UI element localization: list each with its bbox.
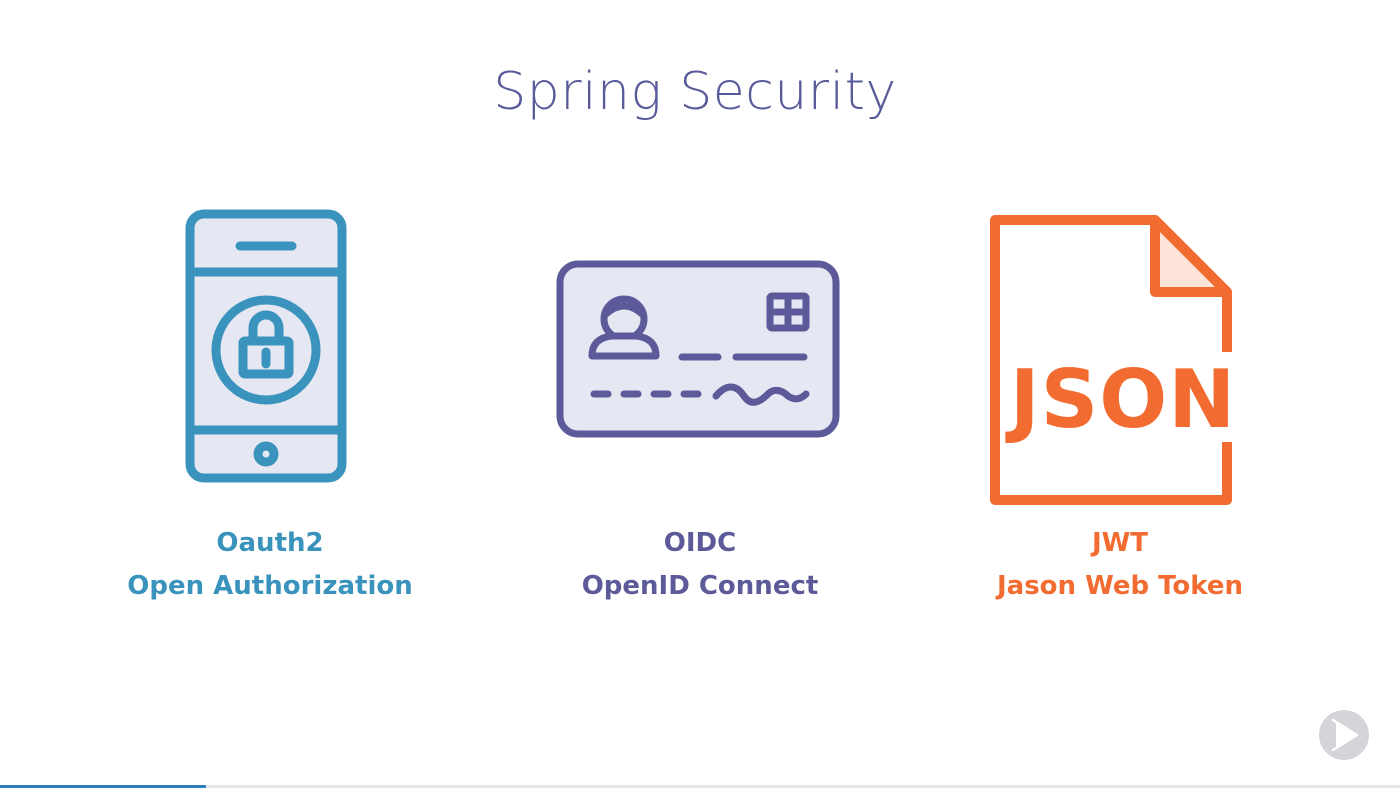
- json-label: JSON: [1005, 353, 1236, 446]
- item-oauth2-label: Oauth2 Open Authorization: [70, 522, 470, 608]
- json-file-icon: JSON: [990, 215, 1240, 505]
- smartphone-lock-icon: [185, 209, 347, 483]
- item-jwt-acronym: JWT: [1091, 528, 1149, 558]
- item-jwt-fullname: Jason Web Token: [996, 571, 1244, 601]
- slide: Spring Security Oauth2 Open Authorizatio…: [0, 0, 1400, 788]
- id-card-icon: [556, 260, 840, 438]
- item-oauth2-fullname: Open Authorization: [127, 571, 413, 601]
- item-oidc-acronym: OIDC: [663, 528, 737, 558]
- slide-title: Spring Security: [493, 62, 897, 122]
- item-oidc-label: OIDC OpenID Connect: [500, 522, 900, 608]
- play-button[interactable]: [1319, 710, 1369, 760]
- item-oidc-fullname: OpenID Connect: [581, 571, 819, 601]
- play-icon: [1331, 718, 1359, 752]
- item-jwt-label: JWT Jason Web Token: [920, 522, 1320, 608]
- item-oauth2-acronym: Oauth2: [216, 528, 324, 558]
